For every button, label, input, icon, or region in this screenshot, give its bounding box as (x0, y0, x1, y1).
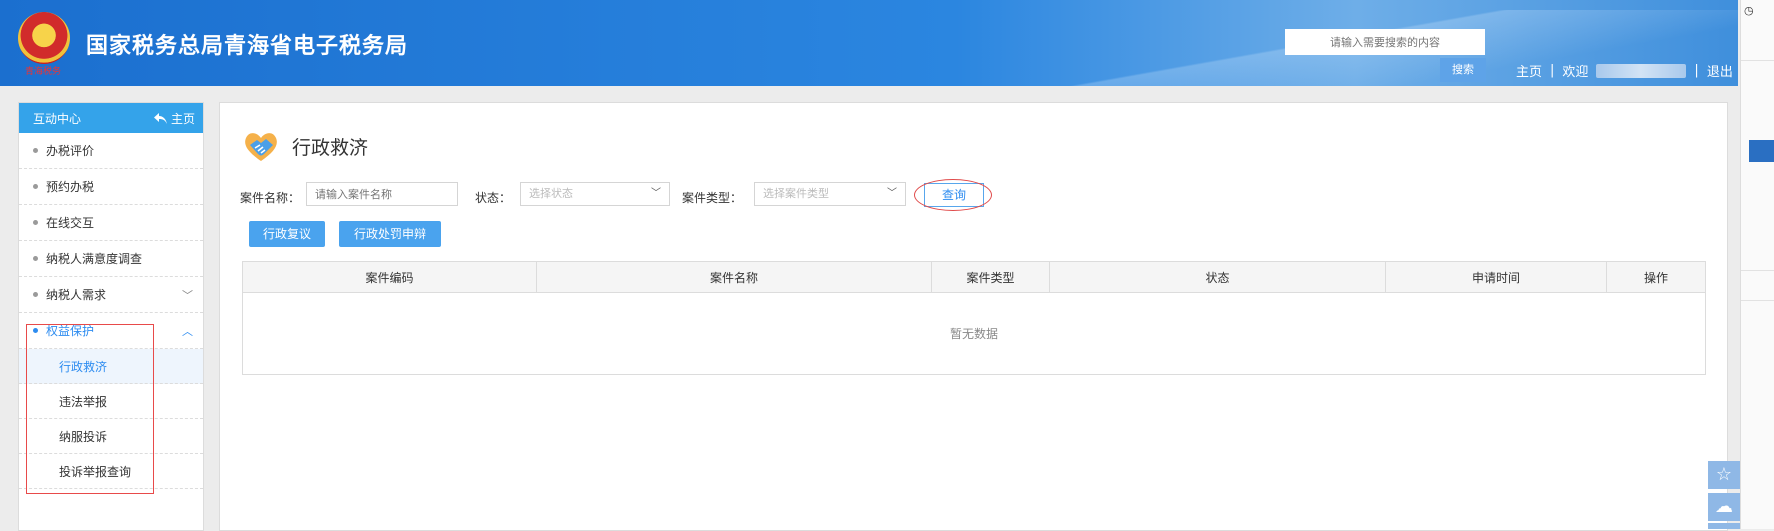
status-select-placeholder: 选择状态 (529, 187, 573, 200)
case-name-label: 案件名称： (240, 191, 301, 205)
column-actions: 操作 (1643, 270, 1668, 285)
sidebar-item-label: 纳税人满意度调查 (46, 252, 143, 266)
column-status: 状态 (1050, 262, 1386, 292)
case-type-select-placeholder: 选择案件类型 (763, 187, 829, 200)
chevron-down-icon: ﹀ (182, 289, 193, 302)
status-select[interactable]: 选择状态 ﹀ (520, 182, 670, 206)
case-type-label: 案件类型： (682, 191, 743, 205)
sidebar-item-online-interaction[interactable]: 在线交互 (19, 205, 203, 241)
panel-divider (1741, 300, 1774, 301)
status-label: 状态： (475, 191, 512, 205)
sidebar-item-label: 纳税人需求 (46, 288, 107, 302)
sidebar-item-label: 预约办税 (46, 180, 95, 194)
clock-icon: ◷ (1744, 4, 1754, 17)
column-apply-time: 申请时间 (1386, 262, 1607, 292)
tax-emblem-icon (18, 12, 70, 64)
sidebar-home-label: 主页 (170, 111, 195, 126)
emblem-caption: 青海税务 (25, 67, 62, 77)
chevron-up-icon: ︿ (182, 325, 193, 338)
browser-side-panel: ◷ (1740, 0, 1774, 529)
wechat-chat-icon[interactable]: ☁ (1708, 493, 1740, 521)
sidebar-item-tax-evaluation[interactable]: 办税评价 (19, 133, 203, 169)
search-input[interactable] (1285, 29, 1485, 55)
bullet-icon (33, 184, 38, 189)
column-case-type: 案件类型 (932, 262, 1050, 292)
sidebar-header: 互动中心 主页 (19, 103, 203, 133)
case-type-select[interactable]: 选择案件类型 ﹀ (754, 182, 906, 206)
bullet-icon (33, 148, 38, 153)
table-empty-text: 暂无数据 (949, 327, 998, 341)
annotation-highlight-box (26, 324, 154, 494)
case-table: 案件编码 案件名称 案件类型 状态 申请时间 操作 暂无数据 (242, 261, 1706, 375)
site-title: 国家税务总局青海省电子税务局 (86, 34, 409, 59)
column-case-name: 案件名称 (537, 262, 932, 292)
top-nav: 主页 | 欢迎 | 退出 (1516, 61, 1733, 80)
sidebar-item-label: 在线交互 (46, 216, 95, 230)
sidebar-item-appointment[interactable]: 预约办税 (19, 169, 203, 205)
sidebar-home-link[interactable]: 主页 (153, 110, 195, 127)
nav-separator: | (1694, 63, 1699, 78)
logout-link[interactable]: 退出 (1707, 61, 1733, 80)
back-arrow-icon (153, 112, 167, 124)
site-header: 青海税务 国家税务总局青海省电子税务局 搜索 主页 | 欢迎 | 退出 (0, 0, 1740, 86)
nav-separator: | (1550, 63, 1555, 78)
column-case-code: 案件编码 (243, 262, 537, 292)
case-name-input[interactable] (306, 182, 458, 206)
page-title: 行政救济 (292, 137, 369, 159)
bullet-icon (33, 220, 38, 225)
annotation-highlight-ellipse (914, 179, 992, 211)
panel-divider (1741, 60, 1774, 61)
chevron-down-icon: ﹀ (887, 188, 897, 199)
bullet-icon (33, 256, 38, 261)
main-panel: 行政救济 案件名称： 状态： 选择状态 ﹀ 案件类型： 选择案件类型 ﹀ 查询 … (219, 102, 1728, 531)
floating-button[interactable] (1708, 523, 1740, 529)
table-header: 案件编码 案件名称 案件类型 状态 申请时间 操作 (243, 262, 1705, 293)
panel-divider (1741, 270, 1774, 271)
thumbnail-icon (1749, 140, 1774, 162)
sidebar-item-taxpayer-needs[interactable]: 纳税人需求 ﹀ (19, 277, 203, 313)
penalty-defense-button[interactable]: 行政处罚申辩 (339, 221, 441, 247)
chevron-down-icon: ﹀ (651, 188, 661, 199)
home-link[interactable]: 主页 (1516, 61, 1542, 80)
user-name-redacted (1596, 63, 1687, 78)
sidebar-item-label: 办税评价 (46, 144, 95, 158)
administrative-review-button[interactable]: 行政复议 (249, 221, 325, 247)
sidebar-title: 互动中心 (33, 111, 82, 126)
bullet-icon (33, 292, 38, 297)
favorite-star-icon[interactable]: ☆ (1708, 461, 1740, 489)
handshake-heart-icon (245, 133, 277, 161)
welcome-text: 欢迎 (1562, 65, 1589, 80)
search-button[interactable]: 搜索 (1440, 58, 1486, 82)
sidebar-item-satisfaction-survey[interactable]: 纳税人满意度调查 (19, 241, 203, 277)
